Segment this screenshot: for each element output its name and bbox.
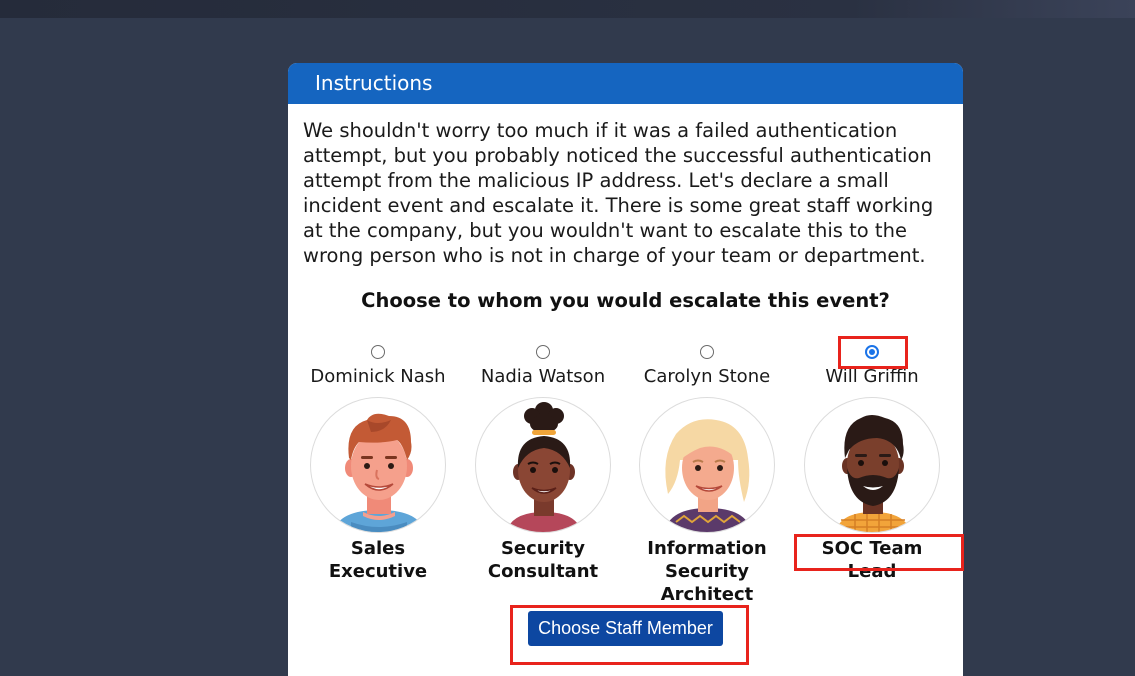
highlight-radio-will-griffin [838,336,908,369]
staff-option-dominick-nash[interactable]: Dominick Nash Sales Executive [295,343,461,583]
woman-hair-bun-avatar [475,397,611,533]
modal-title: Instructions [288,63,963,104]
staff-name: Carolyn Stone [643,366,771,387]
staff-role: Security Consultant [487,538,599,582]
staff-name: Dominick Nash [310,366,446,387]
top-bar [0,0,1135,18]
radio-nadia-watson[interactable] [536,345,550,359]
man-beard-avatar [804,397,940,533]
staff-role: Sales Executive [328,538,428,582]
woman-blonde-avatar [639,397,775,533]
man-brown-hair-avatar [310,397,446,533]
radio-dominick-nash[interactable] [371,345,385,359]
highlight-choose-button [510,605,749,665]
instructions-modal: Instructions We shouldn't worry too much… [288,63,963,676]
staff-option-carolyn-stone[interactable]: Carolyn Stone Information Security Archi… [624,343,790,606]
radio-carolyn-stone[interactable] [700,345,714,359]
highlight-soc-team-lead [794,534,964,571]
instructions-text: We shouldn't worry too much if it was a … [303,119,934,267]
staff-name: Nadia Watson [480,366,606,387]
staff-option-nadia-watson[interactable]: Nadia Watson Security Consultant [460,343,626,583]
staff-role: Information Security Architect [647,538,767,605]
staff-name: Will Griffin [825,366,919,387]
question-text: Choose to whom you would escalate this e… [361,289,890,312]
